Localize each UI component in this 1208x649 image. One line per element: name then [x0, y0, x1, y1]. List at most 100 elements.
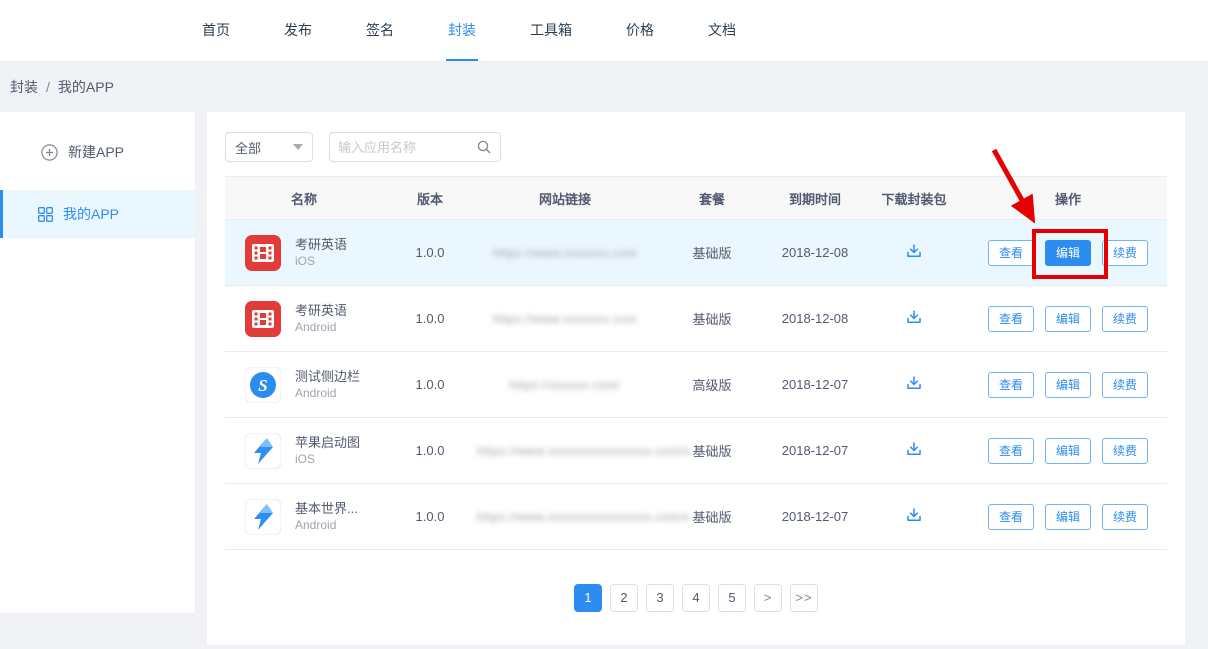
nav-item-toolbox[interactable]: 工具箱	[528, 0, 574, 61]
view-button[interactable]: 查看	[988, 372, 1034, 398]
actions-cell: 查看 编辑 续费	[969, 438, 1167, 464]
sidebar-item-my-app[interactable]: 我的APP	[0, 190, 195, 238]
app-name: 基本世界...	[295, 500, 358, 518]
pagination: 1 2 3 4 5 > >>	[225, 584, 1167, 612]
table-row: S 测试侧边栏 Android 1.0.0 https://xxxxxx.com…	[225, 352, 1167, 418]
download-icon[interactable]	[905, 308, 923, 326]
renew-button[interactable]: 续费	[1102, 372, 1148, 398]
category-select-value: 全部	[235, 138, 261, 157]
breadcrumb-root[interactable]: 封装	[10, 77, 38, 97]
edit-button[interactable]: 编辑	[1045, 372, 1091, 398]
page-button-3[interactable]: 3	[646, 584, 674, 612]
app-url-text: https://www.xxxxxxx.com	[493, 246, 637, 260]
app-platform: iOS	[295, 253, 347, 269]
sidebar-item-label: 新建APP	[68, 142, 124, 162]
col-header-url: 网站链接	[477, 189, 653, 208]
next-page-button[interactable]: >	[754, 584, 782, 612]
filter-bar: 全部	[225, 132, 1167, 162]
app-plan: 基础版	[653, 243, 771, 262]
film-app-icon	[245, 301, 281, 337]
edit-button[interactable]: 编辑	[1045, 504, 1091, 530]
app-expire-date: 2018-12-07	[771, 377, 859, 392]
download-icon[interactable]	[905, 374, 923, 392]
table-row: 基本世界... Android 1.0.0 https://www.xxxxxx…	[225, 484, 1167, 550]
top-nav: 首页 发布 签名 封装 工具箱 价格 文档	[0, 0, 1208, 62]
grid-icon	[38, 207, 53, 222]
nav-item-sign[interactable]: 签名	[364, 0, 396, 61]
page-button-5[interactable]: 5	[718, 584, 746, 612]
app-url: https://xxxxxx.com/	[477, 377, 653, 392]
app-platform: iOS	[295, 451, 360, 467]
last-page-button[interactable]: >>	[790, 584, 818, 612]
nav-item-home[interactable]: 首页	[200, 0, 232, 61]
table-row: 考研英语 Android 1.0.0 https://www.xxxxxxx.c…	[225, 286, 1167, 352]
download-icon[interactable]	[905, 440, 923, 458]
col-header-version: 版本	[383, 189, 477, 208]
search-icon[interactable]	[476, 139, 492, 155]
app-name: 苹果启动图	[295, 434, 360, 452]
nav-item-price[interactable]: 价格	[624, 0, 656, 61]
nav-item-docs[interactable]: 文档	[706, 0, 738, 61]
app-url-text: https://www.xxxxxxx.com	[493, 312, 637, 326]
download-icon[interactable]	[905, 242, 923, 260]
app-name: 测试侧边栏	[295, 368, 360, 386]
app-expire-date: 2018-12-08	[771, 311, 859, 326]
sidebar-item-new-app[interactable]: 新建APP	[0, 128, 195, 176]
app-expire-date: 2018-12-07	[771, 443, 859, 458]
plus-circle-icon	[41, 144, 58, 161]
app-platform: Android	[295, 517, 358, 533]
view-button[interactable]: 查看	[988, 438, 1034, 464]
nav-item-package[interactable]: 封装	[446, 0, 478, 61]
bolt-app-icon	[245, 499, 281, 535]
svg-text:S: S	[258, 376, 267, 395]
renew-button[interactable]: 续费	[1102, 504, 1148, 530]
app-name: 考研英语	[295, 236, 347, 254]
table-row: 考研英语 iOS 1.0.0 https://www.xxxxxxx.com 基…	[225, 220, 1167, 286]
col-header-actions: 操作	[969, 189, 1167, 208]
actions-cell: 查看 编辑 续费	[969, 306, 1167, 332]
search-box	[329, 132, 501, 162]
download-cell	[859, 440, 969, 461]
sidebar-item-label: 我的APP	[63, 204, 119, 224]
app-url: https://www.xxxxxxxxxxxxxxxx.com/x...	[477, 443, 653, 458]
page-button-4[interactable]: 4	[682, 584, 710, 612]
renew-button[interactable]: 续费	[1102, 240, 1148, 266]
app-name-cell: 基本世界... Android	[225, 499, 383, 535]
download-icon[interactable]	[905, 506, 923, 524]
renew-button[interactable]: 续费	[1102, 438, 1148, 464]
nav-item-publish[interactable]: 发布	[282, 0, 314, 61]
category-select[interactable]: 全部	[225, 132, 313, 162]
view-button[interactable]: 查看	[988, 504, 1034, 530]
app-name-cell: S 测试侧边栏 Android	[225, 367, 383, 403]
edit-button[interactable]: 编辑	[1045, 240, 1091, 266]
app-version: 1.0.0	[383, 311, 477, 326]
search-input[interactable]	[338, 140, 476, 155]
edit-button[interactable]: 编辑	[1045, 438, 1091, 464]
download-cell	[859, 308, 969, 329]
app-platform: Android	[295, 319, 347, 335]
app-platform: Android	[295, 385, 360, 401]
renew-button[interactable]: 续费	[1102, 306, 1148, 332]
breadcrumb: 封装 / 我的APP	[0, 62, 1208, 112]
actions-cell: 查看 编辑 续费	[969, 240, 1167, 266]
page-button-1[interactable]: 1	[574, 584, 602, 612]
page: 首页 发布 签名 封装 工具箱 价格 文档 封装 / 我的APP 新建APP	[0, 0, 1208, 649]
app-url: https://www.xxxxxxxxxxxxxxxx.com/x...	[477, 509, 653, 524]
edit-button[interactable]: 编辑	[1045, 306, 1091, 332]
main-content: 全部 名称 版本 网站链接 套餐 到期时间 下载封装包 操作	[207, 112, 1185, 645]
actions-cell: 查看 编辑 续费	[969, 372, 1167, 398]
app-version: 1.0.0	[383, 509, 477, 524]
actions-cell: 查看 编辑 续费	[969, 504, 1167, 530]
page-button-2[interactable]: 2	[610, 584, 638, 612]
app-expire-date: 2018-12-08	[771, 245, 859, 260]
app-url: https://www.xxxxxxx.com	[477, 245, 653, 260]
col-header-download: 下载封装包	[859, 189, 969, 208]
app-plan: 高级版	[653, 375, 771, 394]
chevron-down-icon	[293, 144, 303, 150]
view-button[interactable]: 查看	[988, 240, 1034, 266]
view-button[interactable]: 查看	[988, 306, 1034, 332]
col-header-name: 名称	[225, 189, 383, 208]
col-header-plan: 套餐	[653, 189, 771, 208]
breadcrumb-current: 我的APP	[58, 77, 114, 97]
app-name-cell: 苹果启动图 iOS	[225, 433, 383, 469]
